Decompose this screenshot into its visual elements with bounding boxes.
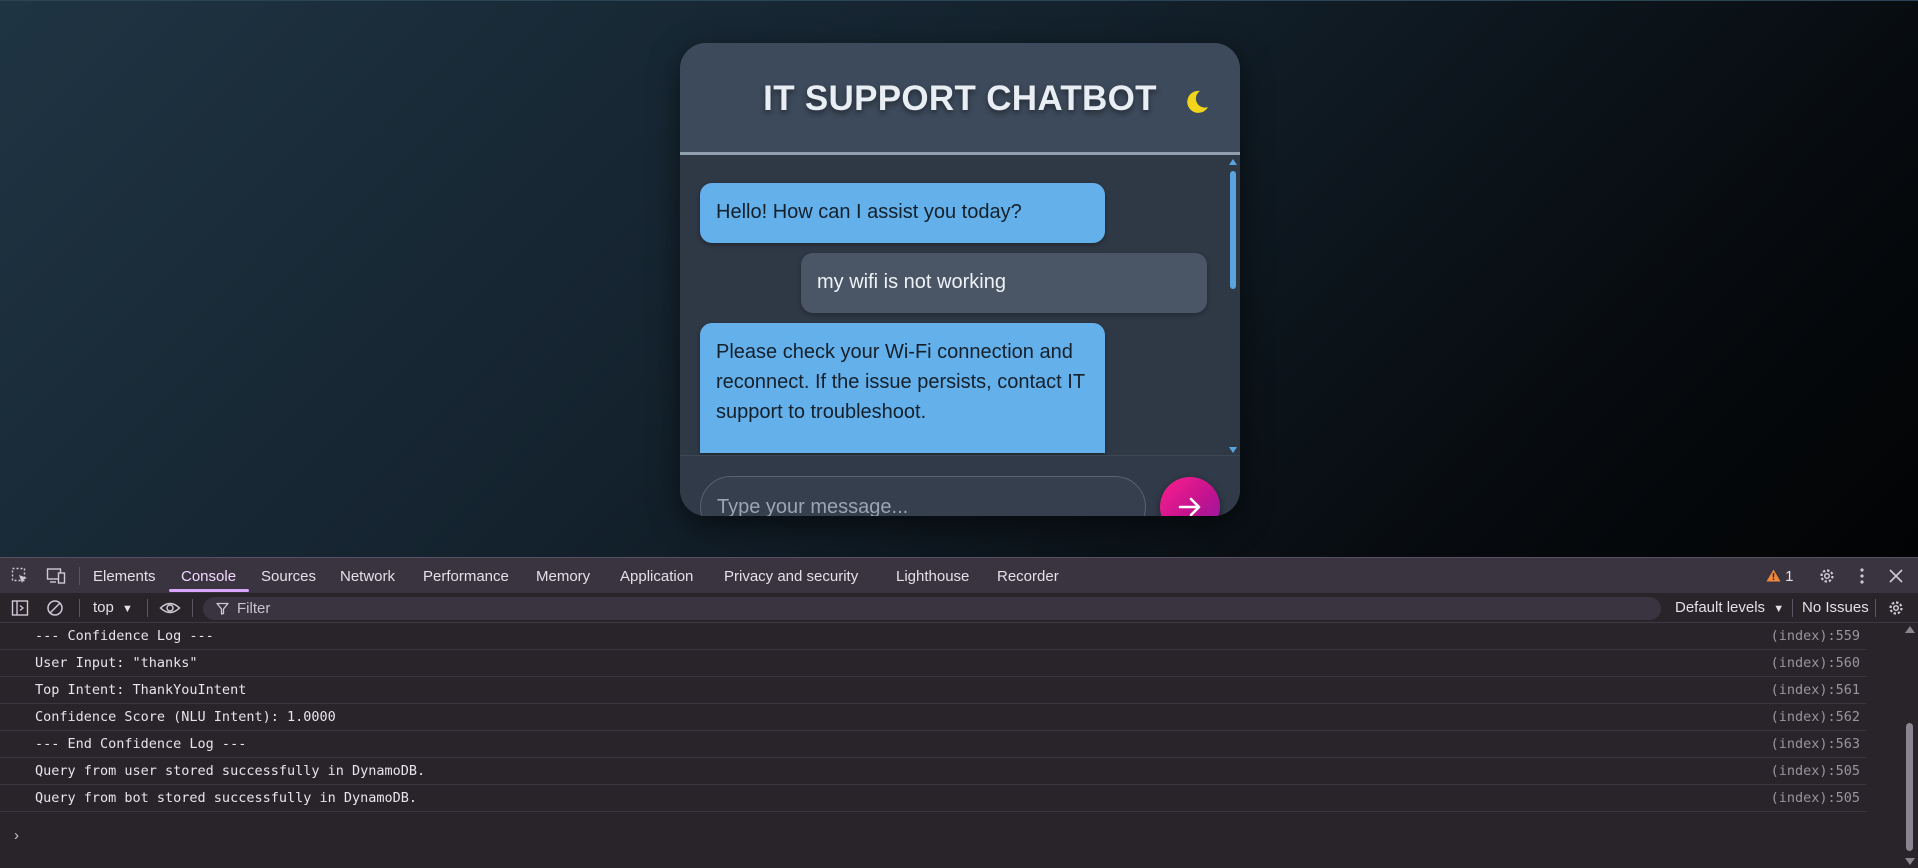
log-source-link[interactable]: (index):559 [1771, 628, 1860, 644]
chat-scrollbar[interactable] [1229, 157, 1239, 455]
warning-count: 1 [1785, 568, 1794, 585]
console-output[interactable]: --- Confidence Log --- (index):559 User … [0, 623, 1918, 868]
context-selector[interactable]: top ▼ [93, 599, 133, 616]
tab-memory[interactable]: Memory [536, 568, 590, 585]
toolbar-separator [192, 599, 193, 617]
log-source-link[interactable]: (index):560 [1771, 655, 1860, 671]
log-message: Confidence Score (NLU Intent): 1.0000 [35, 709, 336, 725]
scroll-down-arrow-icon[interactable] [1229, 447, 1237, 453]
console-filter-input[interactable]: Filter [203, 597, 1661, 620]
log-source-link[interactable]: (index):561 [1771, 682, 1860, 698]
chat-header: IT SUPPORT CHATBOT [680, 43, 1240, 155]
message-input[interactable] [700, 476, 1146, 516]
log-message: Query from user stored successfully in D… [35, 763, 426, 779]
tab-recorder[interactable]: Recorder [997, 568, 1059, 585]
active-tab-indicator [169, 589, 249, 592]
input-bar [680, 455, 1240, 516]
warnings-counter[interactable]: 1 [1766, 568, 1794, 585]
live-expression-eye-icon[interactable] [159, 599, 181, 617]
log-source-link[interactable]: (index):563 [1771, 736, 1860, 752]
console-log-row: Confidence Score (NLU Intent): 1.0000 (i… [0, 704, 1866, 731]
scroll-thumb[interactable] [1906, 723, 1913, 851]
tab-separator [79, 567, 80, 585]
console-scrollbar[interactable] [1904, 623, 1916, 868]
tab-privacy-and-security[interactable]: Privacy and security [724, 568, 858, 585]
tab-console[interactable]: Console [181, 568, 236, 585]
scroll-down-arrow-icon[interactable] [1905, 858, 1915, 865]
context-value: top [93, 599, 114, 616]
page-background: IT SUPPORT CHATBOT Hello! How can I assi… [0, 0, 1918, 557]
console-prompt-icon[interactable]: › [14, 827, 19, 844]
filter-placeholder: Filter [237, 600, 271, 617]
toolbar-separator [147, 599, 148, 617]
console-log-row: Query from user stored successfully in D… [0, 758, 1866, 785]
bot-message: Hello! How can I assist you today? [700, 183, 1105, 243]
dropdown-arrow-icon: ▼ [1773, 603, 1785, 615]
moon-icon[interactable] [1181, 87, 1211, 117]
log-message: --- End Confidence Log --- [35, 736, 247, 752]
console-log-row: Top Intent: ThankYouIntent (index):561 [0, 677, 1866, 704]
inspect-element-icon[interactable] [11, 567, 29, 585]
log-levels-dropdown[interactable]: Default levels ▼ [1675, 599, 1784, 616]
log-source-link[interactable]: (index):562 [1771, 709, 1860, 725]
console-settings-gear-icon[interactable] [1887, 599, 1905, 617]
chat-title: IT SUPPORT CHATBOT [763, 79, 1157, 118]
toolbar-separator [1875, 599, 1876, 617]
tab-application[interactable]: Application [620, 568, 693, 585]
bot-message: Please check your Wi-Fi connection and r… [700, 323, 1105, 453]
send-button[interactable] [1160, 477, 1220, 516]
more-options-icon[interactable] [1853, 567, 1871, 585]
toolbar-separator [1792, 599, 1793, 617]
console-log-row: --- End Confidence Log --- (index):563 [0, 731, 1866, 758]
device-toolbar-icon[interactable] [46, 567, 66, 585]
close-devtools-icon[interactable] [1887, 567, 1905, 585]
console-log-row: User Input: "thanks" (index):560 [0, 650, 1866, 677]
log-message: User Input: "thanks" [35, 655, 198, 671]
tab-sources[interactable]: Sources [261, 568, 316, 585]
console-log-row: --- Confidence Log --- (index):559 [0, 623, 1866, 650]
log-message: --- Confidence Log --- [35, 628, 214, 644]
clear-console-icon[interactable] [46, 599, 64, 617]
tab-elements[interactable]: Elements [93, 568, 156, 585]
arrow-right-icon [1178, 497, 1201, 516]
tab-network[interactable]: Network [340, 568, 395, 585]
tab-performance[interactable]: Performance [423, 568, 509, 585]
scroll-up-arrow-icon[interactable] [1905, 626, 1915, 633]
dropdown-arrow-icon: ▼ [122, 603, 133, 615]
log-message: Query from bot stored successfully in Dy… [35, 790, 418, 806]
log-source-link[interactable]: (index):505 [1771, 790, 1860, 806]
warning-icon [1766, 569, 1781, 582]
tab-lighthouse[interactable]: Lighthouse [896, 568, 969, 585]
filter-icon [216, 602, 229, 615]
settings-gear-icon[interactable] [1818, 567, 1836, 585]
devtools-panel: Elements Console Sources Network Perform… [0, 557, 1918, 868]
devtools-tabbar: Elements Console Sources Network Perform… [0, 557, 1918, 593]
scroll-up-arrow-icon[interactable] [1229, 159, 1237, 165]
console-log-row: Query from bot stored successfully in Dy… [0, 785, 1866, 812]
toolbar-separator [79, 599, 80, 617]
scroll-thumb[interactable] [1230, 171, 1236, 289]
message-list[interactable]: Hello! How can I assist you today? my wi… [680, 155, 1240, 456]
log-source-link[interactable]: (index):505 [1771, 763, 1860, 779]
console-toolbar: top ▼ Filter Default levels ▼ No Issues [0, 593, 1918, 623]
chatbot-window: IT SUPPORT CHATBOT Hello! How can I assi… [680, 43, 1240, 516]
log-message: Top Intent: ThankYouIntent [35, 682, 247, 698]
user-message: my wifi is not working [801, 253, 1207, 313]
issues-counter[interactable]: No Issues [1802, 599, 1869, 616]
sidebar-toggle-icon[interactable] [11, 599, 29, 617]
log-levels-value: Default levels [1675, 599, 1766, 616]
